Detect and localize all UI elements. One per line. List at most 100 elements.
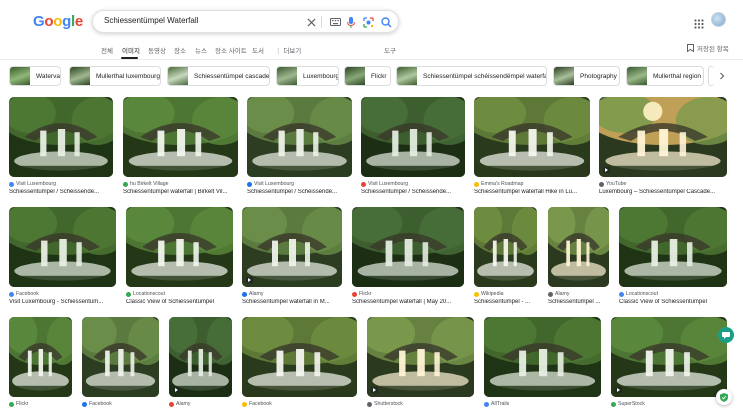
result-title[interactable]: Schiessentümpel ... [548,299,613,305]
microphone-icon[interactable] [344,15,358,29]
result-source[interactable]: Locationscout [126,291,233,297]
result-thumbnail[interactable] [123,97,238,177]
image-result[interactable]: SuperStock [611,317,727,410]
chat-feedback-button[interactable] [718,327,734,343]
image-result[interactable]: Flickr Schiessentümpel waterfall | May 20… [352,207,464,317]
image-result[interactable]: hu Birkelt Village Schiessentümpel waterf… [123,97,238,207]
image-result[interactable]: Alamy Schiessentümpel ... [548,207,609,317]
result-thumbnail[interactable] [361,97,465,177]
clear-icon[interactable] [304,15,318,29]
tab-places[interactable]: 장소 [174,45,186,55]
related-chip[interactable]: Schiessentümpel schéissendëmpel waterfal… [396,66,547,86]
result-source[interactable]: Alamy [169,401,232,407]
result-source[interactable]: SuperStock [611,401,727,407]
result-source[interactable]: Alamy [242,291,342,297]
result-title[interactable]: Schiessentümpel waterfall in M... [242,299,346,305]
related-chip[interactable]: Mullerthal luxembourg [69,66,161,86]
image-result[interactable]: Flickr [9,317,72,410]
image-result[interactable]: Locationscout Classic View of Schiessentü… [126,207,233,317]
result-thumbnail[interactable] [474,97,590,177]
result-source[interactable]: Alamy [548,291,609,297]
related-chip[interactable]: Schiessentümpel cascade [167,66,270,86]
image-result[interactable]: Visit Luxembourg Schiessentümpel / Schéis… [9,97,113,207]
related-chip[interactable]: Mullerthal region [626,66,704,86]
result-thumbnail[interactable] [126,207,233,287]
result-source[interactable]: Facebook [242,401,357,407]
result-source[interactable]: Facebook [82,401,159,407]
result-source[interactable]: Emma's Roadmap [474,181,590,187]
related-chip[interactable]: Waterval [9,66,61,86]
result-thumbnail[interactable] [242,317,357,397]
lens-icon[interactable] [361,15,375,29]
image-result[interactable]: Facebook Visit Luxembourg - Schiessentüm.… [9,207,116,317]
tab-books[interactable]: 도서 [252,45,264,55]
result-source[interactable]: Locationscout [619,291,727,297]
result-source[interactable]: Flickr [9,401,72,407]
result-title[interactable]: Schiessentümpel waterfall Hike in Lu... [474,189,594,195]
result-thumbnail[interactable] [242,207,342,287]
result-thumbnail[interactable] [611,317,727,397]
result-thumbnail[interactable] [619,207,727,287]
result-title[interactable]: Schiessentümpel waterfall | May 20... [352,299,468,305]
image-result[interactable]: AllTrails [484,317,601,410]
related-chip[interactable]: Luxembourg [276,66,339,86]
search-box[interactable]: Schiessentümpel Waterfall [92,10,399,33]
result-thumbnail[interactable] [474,207,537,287]
result-title[interactable]: Schiessentümpel / Schéissendë... [361,189,469,195]
tab-videos[interactable]: 동영상 [148,45,166,55]
result-source[interactable]: Facebook [9,291,116,297]
result-source[interactable]: AllTrails [484,401,601,407]
chips-next-button[interactable] [712,66,732,86]
result-title[interactable]: Classic View of Schiessentümpel [126,299,237,305]
result-source[interactable]: Visit Luxembourg [9,181,113,187]
result-source[interactable]: Visit Luxembourg [361,181,465,187]
result-title[interactable]: Luxembourg – Schiessentümpel Cascade... [599,189,731,195]
image-result[interactable]: Shutterstock [367,317,474,410]
saved-items-button[interactable]: 저장된 항목 [687,43,729,53]
result-source[interactable]: Visit Luxembourg [247,181,352,187]
search-icon[interactable] [378,14,394,30]
image-result[interactable]: Locationscout Classic View of Schiessentü… [619,207,727,317]
result-thumbnail[interactable] [367,317,474,397]
search-input[interactable]: Schiessentümpel Waterfall [104,16,198,25]
result-thumbnail[interactable] [484,317,601,397]
image-result[interactable]: Wikipedia Schiessentümpel - ... [474,207,537,317]
result-source[interactable]: Flickr [352,291,464,297]
result-thumbnail[interactable] [247,97,352,177]
result-source[interactable]: Shutterstock [367,401,474,407]
result-thumbnail[interactable] [82,317,159,397]
tab-news[interactable]: 뉴스 [195,45,207,55]
tab-more[interactable]: ⋮ 더보기 [275,45,301,55]
tab-all[interactable]: 전체 [101,45,113,55]
image-result[interactable]: Facebook [82,317,159,410]
apps-grid-icon[interactable] [694,16,704,29]
result-source[interactable]: Wikipedia [474,291,537,297]
result-thumbnail[interactable] [352,207,464,287]
result-thumbnail[interactable] [169,317,232,397]
result-title[interactable]: Schiessentümpel / Schéissendë... [9,189,117,195]
tab-place-sites[interactable]: 장소 사이트 [215,45,247,55]
tab-images[interactable]: 이미지 [122,45,140,55]
result-thumbnail[interactable] [9,207,116,287]
avatar[interactable] [711,12,726,27]
image-result[interactable]: Emma's Roadmap Schiessentümpel waterfall … [474,97,590,207]
result-source[interactable]: YouTube [599,181,727,187]
tools-button[interactable]: 도구 [384,45,396,55]
result-source[interactable]: hu Birkelt Village [123,181,238,187]
result-title[interactable]: Schiessentümpel - ... [474,299,541,305]
result-thumbnail[interactable] [9,317,72,397]
keyboard-icon[interactable] [328,15,342,29]
image-result[interactable]: Alamy Schiessentümpel waterfall in M... [242,207,342,317]
image-result[interactable]: Visit Luxembourg Schiessentümpel / Schéis… [361,97,465,207]
result-thumbnail[interactable] [599,97,727,177]
result-title[interactable]: Visit Luxembourg - Schiessentüm... [9,299,120,305]
image-result[interactable]: Alamy [169,317,232,410]
related-chip[interactable]: Photography [553,66,620,86]
security-shield-button[interactable] [716,389,732,405]
result-title[interactable]: Schiessentümpel waterfall | Birkelt Vil.… [123,189,242,195]
result-title[interactable]: Schiessentümpel / Schéissendë... [247,189,356,195]
image-result[interactable]: Facebook [242,317,357,410]
image-result[interactable]: Visit Luxembourg Schiessentümpel / Schéis… [247,97,352,207]
google-logo[interactable]: Google [33,13,83,30]
result-thumbnail[interactable] [548,207,609,287]
